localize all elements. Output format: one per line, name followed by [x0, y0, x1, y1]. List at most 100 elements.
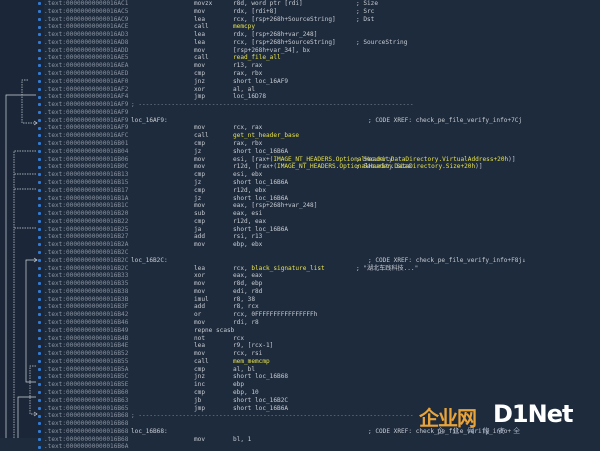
- operands[interactable]: short loc_16B2C: [233, 397, 288, 405]
- symbol-reference[interactable]: get_nt_header_base: [233, 132, 299, 139]
- disasm-line[interactable]: .text:00000000000016B25 ja short loc_16B6A: [38, 226, 598, 234]
- breakpoint-marker[interactable]: [38, 251, 41, 255]
- disasm-line[interactable]: .text:00000000000016B01 cmp rax, rbx: [38, 140, 598, 148]
- disasm-line[interactable]: .text:00000000000016B3F add r8, rcx: [38, 303, 598, 311]
- disasm-line[interactable]: .text:00000000000016AC1 movzx r8d, word pt…: [38, 0, 598, 8]
- breakpoint-marker[interactable]: [38, 445, 41, 449]
- xref-comment[interactable]: ; CODE XREF: check_pe_file_verify_info+7…: [368, 117, 522, 125]
- disasm-line[interactable]: .text:00000000000016B5C jnz short loc_16B6…: [38, 373, 598, 381]
- breakpoint-marker[interactable]: [38, 266, 41, 270]
- code-label[interactable]: loc_16B68:: [131, 428, 168, 436]
- breakpoint-marker[interactable]: [38, 313, 41, 317]
- operands[interactable]: rcx: [233, 335, 244, 343]
- breakpoint-marker[interactable]: [38, 64, 41, 68]
- operands[interactable]: r13, rax: [233, 62, 262, 70]
- disasm-line[interactable]: .text:00000000000016B42 or rcx, 0FFFFFFFFF…: [38, 311, 598, 319]
- operands[interactable]: esi, ebx: [233, 171, 262, 179]
- breakpoint-marker[interactable]: [38, 181, 41, 185]
- operands[interactable]: short loc_16B6A: [233, 195, 288, 203]
- operands[interactable]: edi, r8d: [233, 288, 262, 296]
- breakpoint-marker[interactable]: [38, 258, 41, 262]
- breakpoint-marker[interactable]: [38, 118, 41, 122]
- breakpoint-marker[interactable]: [38, 134, 41, 138]
- breakpoint-marker[interactable]: [38, 360, 41, 364]
- disasm-line[interactable]: .text:00000000000016B1A jz short loc_16B6A: [38, 195, 598, 203]
- disasm-line[interactable]: .text:00000000000016B6A: [38, 443, 598, 451]
- operands[interactable]: short loc_16B6A: [233, 148, 288, 156]
- symbol-reference[interactable]: read_file_all: [233, 54, 281, 61]
- operands[interactable]: bl, 1: [233, 436, 251, 444]
- operands[interactable]: rdi, r8: [233, 319, 259, 327]
- disasm-line[interactable]: .text:00000000000016B49 repne scasb: [38, 327, 598, 335]
- breakpoint-marker[interactable]: [38, 95, 41, 99]
- disasm-line[interactable]: .text:00000000000016B1C mov eax, [rsp+268h…: [38, 202, 598, 210]
- operands[interactable]: [rsp+268h+var_34], bx: [233, 47, 310, 55]
- operands[interactable]: rax, rbx: [233, 140, 262, 148]
- xref-comment[interactable]: ; CODE XREF: check_pe_file_verify_info+F…: [368, 257, 526, 265]
- operands[interactable]: ebp, 10: [233, 389, 259, 397]
- breakpoint-marker[interactable]: [38, 406, 41, 410]
- operands[interactable]: al, al: [233, 86, 255, 94]
- operands[interactable]: rcx, 0FFFFFFFFFFFFFFFFh: [233, 311, 317, 319]
- operands[interactable]: ebp: [233, 381, 244, 389]
- disasm-line[interactable]: .text:00000000000016B46 mov rdi, r8: [38, 319, 598, 327]
- operands[interactable]: rcx, [rsp+268h+SourceString]: [233, 16, 336, 24]
- operands[interactable]: mem_memcmp: [233, 358, 270, 366]
- operands[interactable]: short loc_16AF9: [233, 78, 288, 86]
- disasm-line[interactable]: .text:00000000000016AF9 loc_16AF9: ; CODE …: [38, 117, 598, 125]
- operands[interactable]: memcpy: [233, 23, 255, 31]
- disasm-line[interactable]: .text:00000000000016B38 mov edi, r8d: [38, 288, 598, 296]
- breakpoint-marker[interactable]: [38, 17, 41, 21]
- operands[interactable]: short loc_16B6A: [233, 226, 288, 234]
- disasm-line[interactable]: .text:00000000000016B2C loc_16B2C: ; CODE …: [38, 257, 598, 265]
- breakpoint-marker[interactable]: [38, 2, 41, 6]
- code-label[interactable]: loc_16AF9:: [131, 117, 168, 125]
- operands[interactable]: rsi, r13: [233, 233, 262, 241]
- breakpoint-marker[interactable]: [38, 79, 41, 83]
- disasm-line[interactable]: .text:00000000000016B20 sub eax, esi: [38, 210, 598, 218]
- operands[interactable]: eax, [rsp+268h+var_248]: [233, 202, 317, 210]
- breakpoint-marker[interactable]: [38, 103, 41, 107]
- breakpoint-marker[interactable]: [38, 33, 41, 37]
- breakpoint-marker[interactable]: [38, 344, 41, 348]
- breakpoint-marker[interactable]: [38, 150, 41, 153]
- breakpoint-marker[interactable]: [38, 235, 41, 239]
- disasm-line[interactable]: .text:00000000000016AF0 jnz short loc_16AF…: [38, 78, 598, 86]
- breakpoint-marker[interactable]: [38, 437, 41, 441]
- operands[interactable]: rcx, [rsp+268h+SourceString]: [233, 39, 336, 47]
- breakpoint-marker[interactable]: [38, 56, 41, 60]
- breakpoint-marker[interactable]: [38, 220, 41, 224]
- breakpoint-marker[interactable]: [38, 398, 41, 402]
- operands[interactable]: r9, [rcx-1]: [233, 342, 273, 350]
- operands[interactable]: r8d, ebp: [233, 280, 262, 288]
- operands[interactable]: rdx, [rdi+8]: [233, 8, 277, 16]
- disasm-line[interactable]: .text:00000000000016ACE call memcpy: [38, 23, 598, 31]
- operands[interactable]: short loc_16B6A: [233, 179, 288, 187]
- disasm-line[interactable]: .text:00000000000016AEA mov r13, rax: [38, 62, 598, 70]
- disasm-line[interactable]: .text:00000000000016B13 cmp esi, ebx: [38, 171, 598, 179]
- disasm-line[interactable]: .text:00000000000016AE5 call read_file_all: [38, 54, 598, 62]
- disasm-line[interactable]: .text:00000000000016B2C: [38, 249, 598, 257]
- breakpoint-marker[interactable]: [38, 414, 41, 418]
- breakpoint-marker[interactable]: [38, 41, 41, 45]
- operands[interactable]: eax, esi: [233, 210, 262, 218]
- disassembly-view[interactable]: .text:00000000000016AC1 movzx r8d, word pt…: [0, 0, 600, 450]
- disasm-line[interactable]: .text:00000000000016B35 mov r8d, ebp: [38, 280, 598, 288]
- breakpoint-marker[interactable]: [38, 274, 41, 278]
- breakpoint-marker[interactable]: [38, 430, 41, 434]
- operands[interactable]: short loc_16B68: [233, 373, 288, 381]
- breakpoint-marker[interactable]: [38, 173, 41, 177]
- disasm-line[interactable]: .text:00000000000016AF2 xor al, al: [38, 86, 598, 94]
- breakpoint-marker[interactable]: [38, 196, 41, 200]
- breakpoint-marker[interactable]: [38, 321, 41, 325]
- disasm-line[interactable]: .text:00000000000016B0C mov r12d, [rax+(IM…: [38, 163, 598, 171]
- operands[interactable]: rdx, [rsp+268h+var_248]: [233, 31, 317, 39]
- operands[interactable]: r8, 38: [233, 296, 255, 304]
- disasm-line[interactable]: .text:00000000000016AC5 mov rdx, [rdi+8] ; …: [38, 8, 598, 16]
- operands[interactable]: r12d, eax: [233, 218, 266, 226]
- disasm-line[interactable]: .text:00000000000016AED cmp rax, rbx: [38, 70, 598, 78]
- breakpoint-marker[interactable]: [38, 25, 41, 29]
- breakpoint-marker[interactable]: [38, 336, 41, 340]
- disasm-line[interactable]: .text:00000000000016B33 xor eax, eax: [38, 272, 598, 280]
- breakpoint-marker[interactable]: [38, 165, 41, 169]
